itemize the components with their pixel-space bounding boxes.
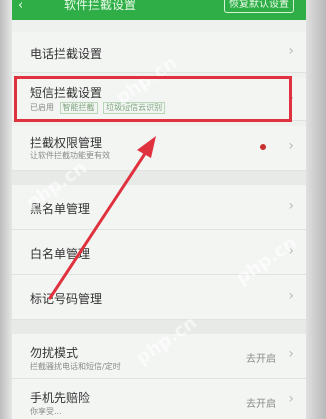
annotation-arrow-icon <box>48 136 156 300</box>
